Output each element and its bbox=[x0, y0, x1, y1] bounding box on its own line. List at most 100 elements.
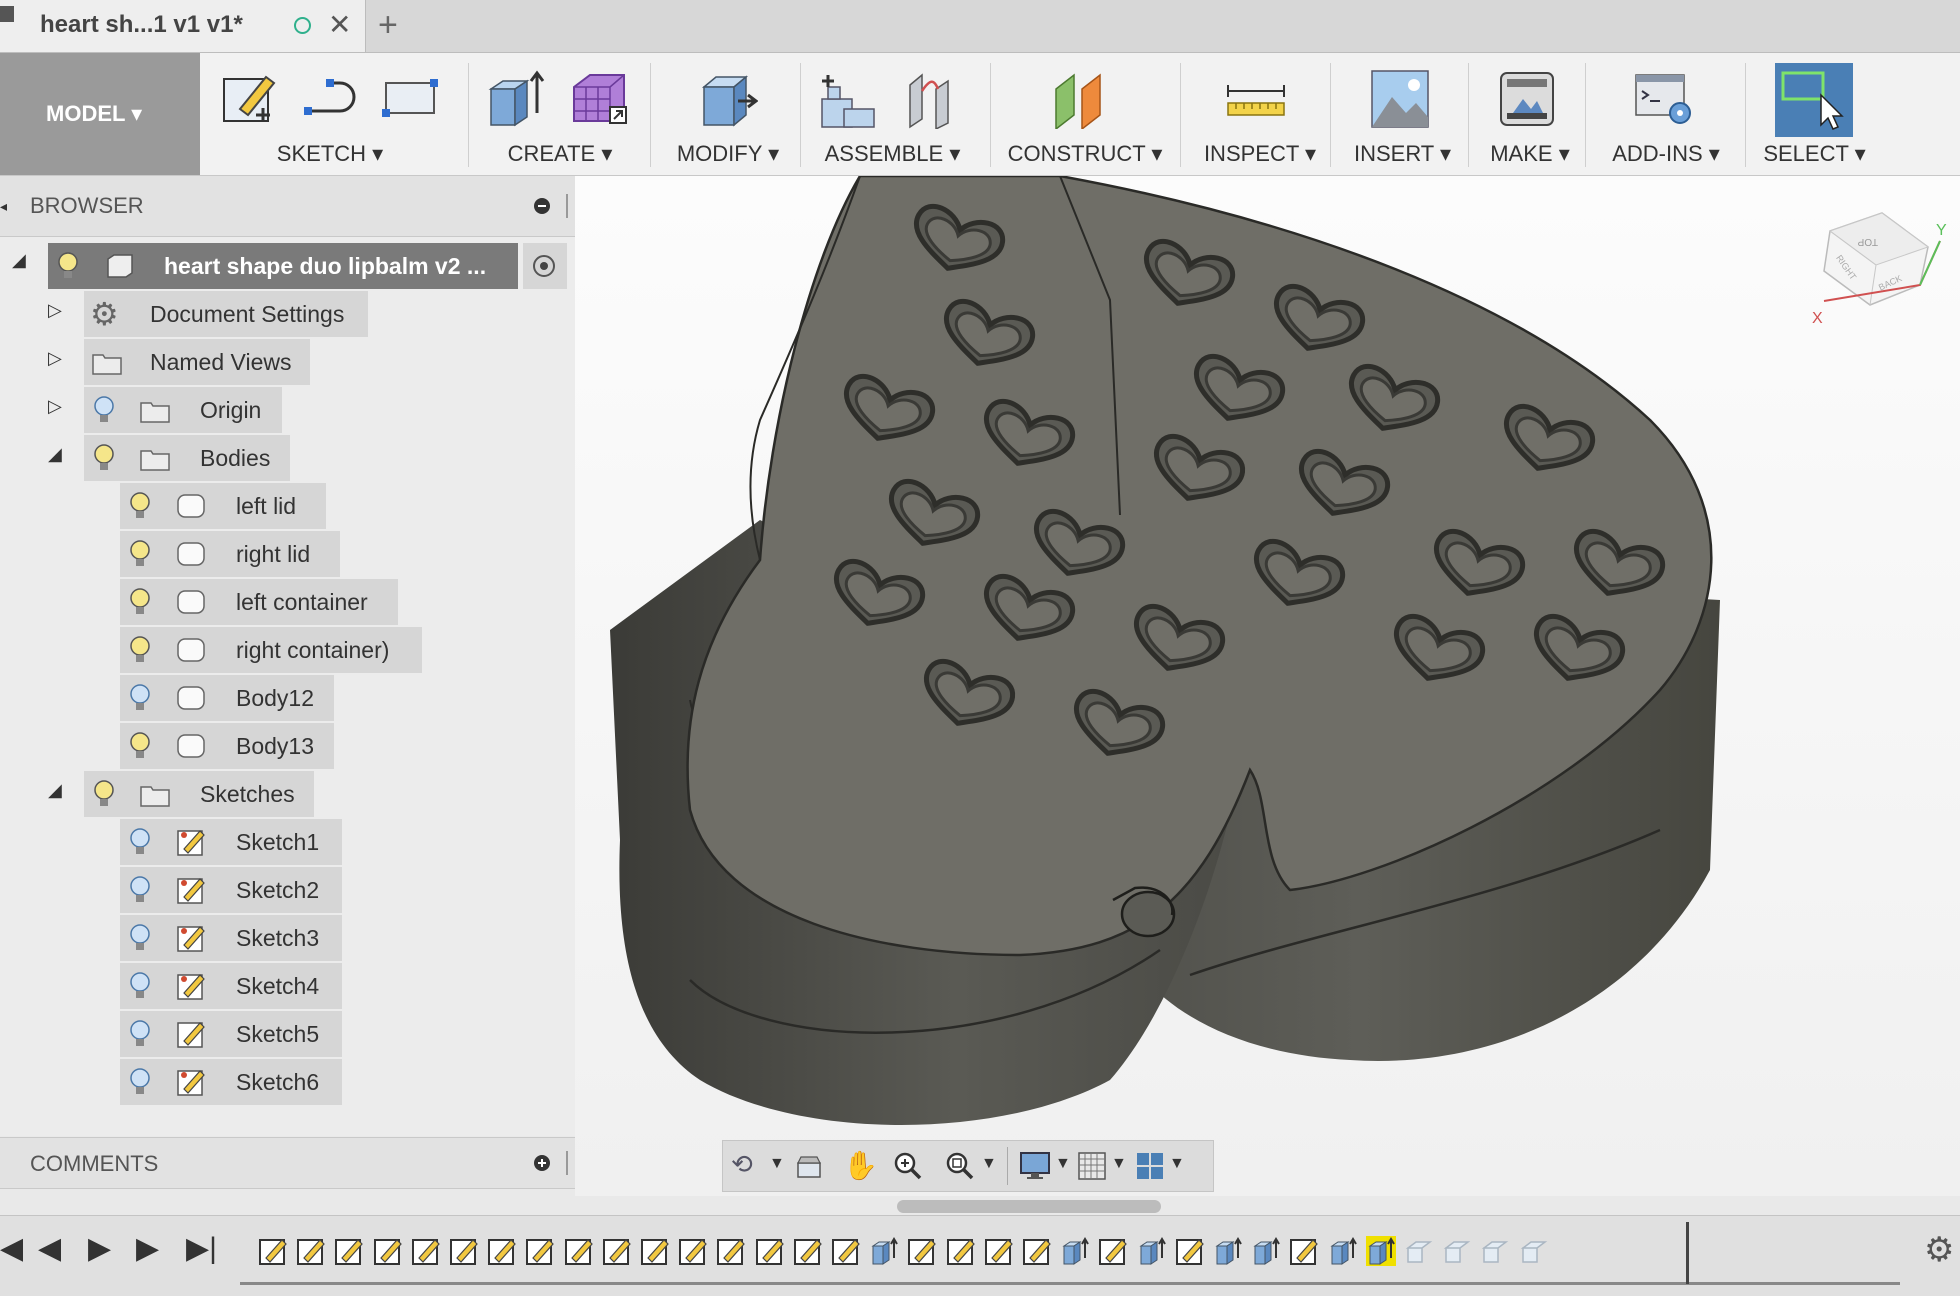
browser-item-bodies[interactable]: Bodies bbox=[84, 435, 290, 481]
scripts-icon[interactable] bbox=[1634, 69, 1694, 129]
grid-dropdown-icon[interactable]: ▼ bbox=[1111, 1155, 1127, 1173]
timeline-sketch-feature-icon[interactable] bbox=[525, 1236, 555, 1266]
expand-icon[interactable]: ▷ bbox=[48, 396, 62, 417]
lightbulb-icon[interactable] bbox=[128, 827, 152, 857]
browser-item-body[interactable]: right container) bbox=[120, 627, 422, 673]
viewports-dropdown-icon[interactable]: ▼ bbox=[1169, 1155, 1185, 1173]
collapse-icon[interactable]: ◢ bbox=[48, 444, 62, 465]
timeline-extrude-feature-icon[interactable] bbox=[1060, 1236, 1090, 1266]
browser-item-document-settings[interactable]: ⚙ Document Settings bbox=[84, 291, 368, 337]
timeline-suppressed-feature-icon[interactable] bbox=[1519, 1236, 1549, 1266]
modify-group[interactable]: MODIFY ▾ bbox=[658, 53, 798, 175]
timeline-sketch-feature-icon[interactable] bbox=[1098, 1236, 1128, 1266]
browser-item-body[interactable]: right lid bbox=[120, 531, 340, 577]
lightbulb-icon[interactable] bbox=[128, 587, 152, 617]
lightbulb-icon[interactable] bbox=[128, 923, 152, 953]
press-pull-icon[interactable] bbox=[698, 69, 758, 129]
collapse-browser-icon[interactable]: ◂ bbox=[0, 198, 7, 215]
zoom-dropdown-icon[interactable]: ▼ bbox=[981, 1155, 997, 1173]
comments-panel[interactable]: COMMENTS bbox=[0, 1137, 575, 1189]
timeline-sketch-feature-icon[interactable] bbox=[831, 1236, 861, 1266]
new-component-icon[interactable] bbox=[818, 69, 878, 129]
lightbulb-icon[interactable] bbox=[128, 491, 152, 521]
timeline-last-icon[interactable]: ▶| bbox=[186, 1231, 217, 1266]
create-group[interactable]: CREATE ▾ bbox=[475, 53, 645, 175]
display-settings-icon[interactable] bbox=[1019, 1151, 1051, 1181]
display-dropdown-icon[interactable]: ▼ bbox=[1055, 1155, 1071, 1173]
extrude-icon[interactable] bbox=[485, 69, 545, 129]
line-icon[interactable] bbox=[300, 69, 360, 129]
comments-add-icon[interactable] bbox=[534, 1155, 550, 1171]
lightbulb-icon[interactable] bbox=[128, 731, 152, 761]
timeline-sketch-feature-icon[interactable] bbox=[411, 1236, 441, 1266]
offset-plane-icon[interactable] bbox=[1052, 69, 1112, 129]
activate-component-button[interactable] bbox=[523, 243, 567, 289]
timeline-first-icon[interactable]: ◀ bbox=[0, 1231, 23, 1266]
timeline-sketch-feature-icon[interactable] bbox=[449, 1236, 479, 1266]
lightbulb-icon[interactable] bbox=[128, 683, 152, 713]
timeline-sketch-feature-icon[interactable] bbox=[373, 1236, 403, 1266]
timeline-sketch-feature-icon[interactable] bbox=[793, 1236, 823, 1266]
joint-icon[interactable] bbox=[900, 69, 960, 129]
panel-grip[interactable] bbox=[566, 1151, 568, 1175]
collapse-icon[interactable]: ◢ bbox=[48, 780, 62, 801]
grid-icon[interactable] bbox=[1077, 1151, 1107, 1181]
timeline-previous-icon[interactable]: ◀ bbox=[38, 1231, 61, 1266]
make-group[interactable]: MAKE ▾ bbox=[1475, 53, 1585, 175]
horizontal-scrollbar[interactable] bbox=[897, 1200, 1161, 1213]
lightbulb-icon[interactable] bbox=[128, 1019, 152, 1049]
timeline-sketch-feature-icon[interactable] bbox=[946, 1236, 976, 1266]
timeline-sketch-feature-icon[interactable] bbox=[334, 1236, 364, 1266]
assemble-group[interactable]: ASSEMBLE ▾ bbox=[810, 53, 975, 175]
timeline-sketch-feature-icon[interactable] bbox=[296, 1236, 326, 1266]
timeline-sketch-feature-icon[interactable] bbox=[564, 1236, 594, 1266]
lightbulb-icon[interactable] bbox=[128, 875, 152, 905]
create-sketch-icon[interactable] bbox=[220, 69, 280, 129]
timeline-sketch-feature-icon[interactable] bbox=[1022, 1236, 1052, 1266]
timeline-sketch-feature-icon[interactable] bbox=[907, 1236, 937, 1266]
timeline-extrude-feature-icon[interactable] bbox=[1213, 1236, 1243, 1266]
select-group[interactable]: SELECT ▾ bbox=[1752, 53, 1877, 175]
browser-item-body[interactable]: left lid bbox=[120, 483, 326, 529]
viewports-icon[interactable] bbox=[1135, 1151, 1165, 1181]
3d-print-icon[interactable] bbox=[1497, 69, 1557, 129]
timeline-extrude-feature-icon[interactable] bbox=[1251, 1236, 1281, 1266]
insert-group[interactable]: INSERT ▾ bbox=[1340, 53, 1465, 175]
select-icon[interactable] bbox=[1775, 63, 1853, 137]
browser-item-body[interactable]: left container bbox=[120, 579, 398, 625]
browser-item-sketch[interactable]: Sketch5 bbox=[120, 1011, 342, 1057]
lightbulb-icon[interactable] bbox=[128, 539, 152, 569]
insert-image-icon[interactable] bbox=[1370, 69, 1430, 129]
zoom-icon[interactable] bbox=[893, 1151, 923, 1181]
lightbulb-icon[interactable] bbox=[128, 1067, 152, 1097]
document-tab[interactable]: heart sh...1 v1 v1* ✕ bbox=[0, 0, 366, 52]
close-tab-icon[interactable]: ✕ bbox=[328, 8, 351, 41]
browser-item-sketch[interactable]: Sketch2 bbox=[120, 867, 342, 913]
expand-icon[interactable]: ▷ bbox=[48, 348, 62, 369]
pan-icon[interactable]: ✋ bbox=[843, 1149, 878, 1182]
add-ins-group[interactable]: ADD-INS ▾ bbox=[1592, 53, 1740, 175]
browser-item-sketch[interactable]: Sketch3 bbox=[120, 915, 342, 961]
lightbulb-icon[interactable] bbox=[128, 635, 152, 665]
form-icon[interactable] bbox=[570, 69, 630, 129]
workspace-model-button[interactable]: MODEL ▾ bbox=[0, 53, 200, 175]
look-at-icon[interactable] bbox=[795, 1153, 823, 1181]
browser-item-sketch[interactable]: Sketch1 bbox=[120, 819, 342, 865]
measure-icon[interactable] bbox=[1226, 69, 1286, 129]
browser-item-sketches[interactable]: Sketches bbox=[84, 771, 314, 817]
lightbulb-icon[interactable] bbox=[92, 779, 116, 809]
timeline-suppressed-feature-icon[interactable] bbox=[1480, 1236, 1510, 1266]
orbit-dropdown-icon[interactable]: ▼ bbox=[769, 1155, 785, 1173]
lightbulb-icon[interactable] bbox=[92, 395, 116, 425]
timeline-extrude-feature-icon[interactable] bbox=[1365, 1236, 1396, 1266]
orbit-icon[interactable]: ⟲ bbox=[731, 1149, 753, 1180]
timeline-suppressed-feature-icon[interactable] bbox=[1442, 1236, 1472, 1266]
lightbulb-icon[interactable] bbox=[128, 971, 152, 1001]
timeline-sketch-feature-icon[interactable] bbox=[602, 1236, 632, 1266]
browser-item-body[interactable]: Body13 bbox=[120, 723, 334, 769]
browser-root-item[interactable]: heart shape duo lipbalm v2 ... bbox=[48, 243, 518, 289]
timeline-settings-gear-icon[interactable]: ⚙ bbox=[1924, 1230, 1954, 1270]
timeline-marker[interactable] bbox=[1686, 1222, 1689, 1284]
timeline-extrude-feature-icon[interactable] bbox=[1328, 1236, 1358, 1266]
timeline-extrude-feature-icon[interactable] bbox=[869, 1236, 899, 1266]
